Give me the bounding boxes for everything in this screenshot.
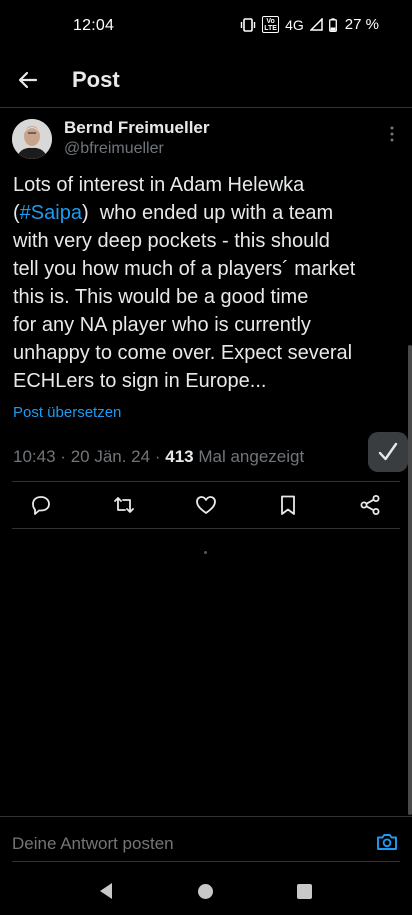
vibrate-icon <box>240 17 256 32</box>
nav-back-icon[interactable] <box>98 882 114 900</box>
tweet-text: Lots of interest in Adam Helewka (#Saipa… <box>13 171 405 395</box>
network-type: 4G <box>285 16 304 33</box>
status-time: 12:04 <box>73 17 115 34</box>
volte-icon: Vo LTE <box>262 16 280 33</box>
status-icons: Vo LTE 4G 27 % <box>240 16 379 33</box>
paren-close-text: ) who ended up with a team <box>81 202 334 224</box>
back-arrow-icon[interactable] <box>16 68 40 92</box>
views-count: 413 <box>165 447 194 466</box>
reply-icon[interactable] <box>29 493 53 517</box>
meta-separator: · <box>154 447 161 466</box>
reply-underline <box>12 861 400 862</box>
meta-separator: · <box>60 447 66 466</box>
loading-dot <box>204 551 207 554</box>
battery-icon <box>328 17 337 32</box>
tweet-line: this is. This would be a good time <box>13 286 309 308</box>
views-label: Mal angezeigt <box>198 447 305 466</box>
share-icon[interactable] <box>358 493 382 517</box>
tweet-line: tell you how much of a players´ market <box>13 258 356 280</box>
more-options-icon[interactable] <box>384 124 400 144</box>
tweet-line: unhappy to come over. Expect several <box>13 342 353 364</box>
page-header: Post <box>0 52 412 108</box>
tweet-line: for any NA player who is currently <box>13 314 311 336</box>
signal-icon <box>309 18 323 31</box>
tweet-line: ECHLers to sign in Europe... <box>13 370 267 392</box>
status-bar: 12:04 Vo LTE 4G 27 % <box>0 0 412 52</box>
tweet-date: 20 Jän. 24 <box>70 447 151 466</box>
page-title: Post <box>72 67 120 92</box>
tweet-line: (#Saipa) who ended up with a team <box>13 199 405 227</box>
checkmark-badge[interactable] <box>368 432 408 472</box>
action-bar <box>0 487 412 525</box>
avatar[interactable] <box>12 119 52 159</box>
checkmark-icon <box>378 442 398 461</box>
translate-link[interactable]: Post übersetzen <box>13 404 121 421</box>
camera-icon[interactable] <box>376 831 398 853</box>
hashtag-link[interactable]: #Saipa <box>20 202 82 224</box>
tweet-time: 10:43 <box>13 447 56 466</box>
bookmark-icon[interactable] <box>276 493 300 517</box>
nav-home-icon[interactable] <box>198 884 213 899</box>
author-name[interactable]: Bernd Freimueller <box>64 118 210 138</box>
divider <box>12 528 400 529</box>
like-icon[interactable] <box>194 493 218 517</box>
divider <box>12 481 400 482</box>
repost-icon[interactable] <box>112 493 136 517</box>
scrollbar[interactable] <box>408 345 412 815</box>
paren-open: ( <box>13 202 20 224</box>
tweet-line: with very deep pockets - this should <box>13 230 330 252</box>
tweet-meta: 10:43 · 20 Jän. 24 · 413 Mal angezeigt <box>13 447 304 467</box>
author-handle[interactable]: @bfreimueller <box>64 140 164 158</box>
tweet-line: Lots of interest in Adam Helewka <box>13 174 305 196</box>
system-nav-bar <box>0 868 412 915</box>
reply-bar-divider <box>0 816 412 817</box>
reply-input[interactable] <box>12 834 332 854</box>
battery-percent: 27 % <box>344 16 379 33</box>
nav-recents-icon[interactable] <box>297 884 312 899</box>
